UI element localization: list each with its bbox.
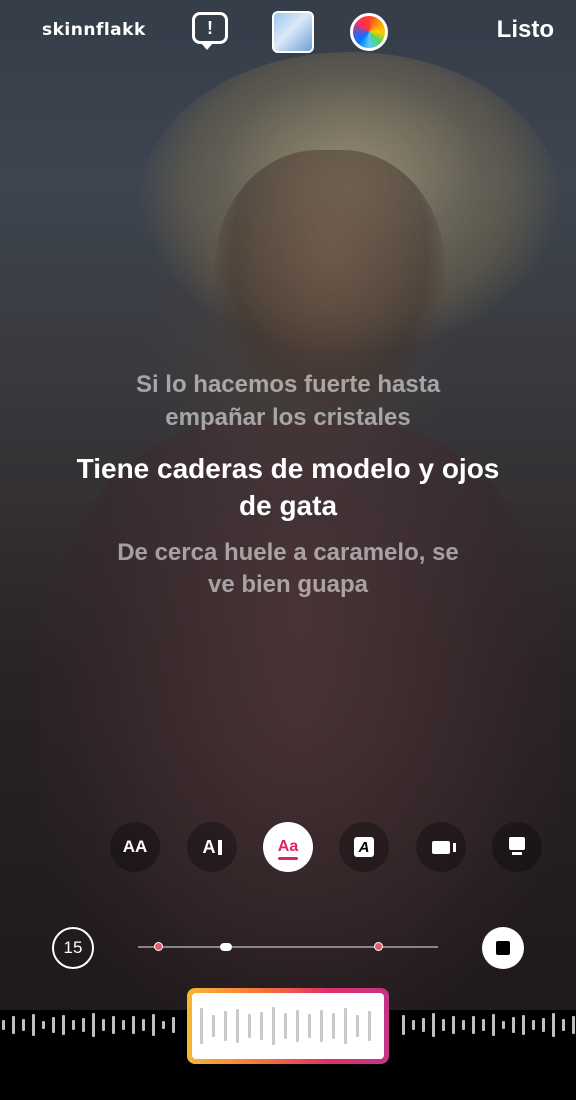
waveform-bar	[344, 1008, 347, 1044]
boxed-a-icon: A	[354, 837, 374, 857]
style-boxed-button[interactable]: A	[339, 822, 389, 872]
lyric-current: Tiene caderas de modelo y ojos de gata	[40, 450, 536, 524]
waveform-bar	[152, 1014, 155, 1036]
waveform-bar	[236, 1009, 239, 1043]
waveform-bar	[562, 1019, 565, 1031]
waveform-bar	[248, 1014, 251, 1038]
waveform-bar	[422, 1018, 425, 1032]
lyric-previous: Si lo hacemos fuerte hasta empañar los c…	[40, 368, 536, 434]
playback-scrubber[interactable]	[220, 943, 232, 951]
waveform-bar	[432, 1013, 435, 1037]
waveform-bar	[102, 1019, 105, 1031]
waveform-bar	[522, 1015, 525, 1035]
lyric-current-line: de gata	[238, 490, 338, 521]
waveform-bar	[92, 1013, 95, 1037]
clip-selector[interactable]	[187, 988, 389, 1064]
stop-button[interactable]	[482, 927, 524, 969]
waveform-bar	[412, 1020, 415, 1030]
waveform-bar	[512, 1017, 515, 1033]
waveform-bar	[122, 1020, 125, 1030]
track-marker	[374, 942, 383, 951]
style-text-cursor-button[interactable]: A	[187, 822, 237, 872]
waveform-bar	[212, 1015, 215, 1037]
style-card-button[interactable]	[492, 822, 542, 872]
waveform-bar	[542, 1018, 545, 1032]
waveform-bar	[2, 1020, 5, 1030]
waveform-bar	[402, 1015, 405, 1035]
waveform-bar	[368, 1011, 371, 1041]
waveform-bar	[332, 1013, 335, 1039]
report-icon[interactable]: !	[192, 12, 228, 50]
waveform-bar	[356, 1015, 359, 1037]
waveform-bar	[320, 1010, 323, 1042]
waveform-bar	[200, 1008, 203, 1044]
waveform-bar	[284, 1013, 287, 1039]
style-lyrics-button[interactable]: Aa	[263, 822, 313, 872]
waveform-bar	[72, 1020, 75, 1030]
style-video-button[interactable]	[416, 822, 466, 872]
waveform-bar	[532, 1020, 535, 1030]
card-icon	[509, 837, 525, 857]
waveform-bar	[12, 1016, 15, 1034]
waveform-bar	[472, 1016, 475, 1034]
waveform-bar	[22, 1019, 25, 1031]
video-frame-icon	[432, 840, 456, 854]
done-button[interactable]: Listo	[497, 16, 554, 44]
lyric-previous-line: Si lo hacemos fuerte hasta	[135, 371, 441, 398]
lyric-next: De cerca huele a caramelo, se ve bien gu…	[40, 537, 536, 601]
lyric-current-line: Tiene caderas de modelo y ojos	[76, 453, 500, 484]
waveform-bar	[492, 1014, 495, 1036]
playback-track[interactable]	[138, 942, 438, 951]
waveform-bar	[172, 1017, 175, 1033]
album-cover-thumbnail[interactable]	[272, 11, 314, 53]
waveform-bar	[52, 1017, 55, 1033]
waveform-bar	[272, 1007, 275, 1045]
waveform-bar	[82, 1018, 85, 1032]
duration-button[interactable]: 15	[52, 927, 94, 969]
waveform-bar	[308, 1014, 311, 1038]
waveform-bar	[502, 1021, 505, 1029]
artist-username[interactable]: skinnflakk	[42, 20, 146, 40]
color-wheel-icon[interactable]	[350, 13, 388, 51]
waveform-bar	[62, 1015, 65, 1035]
lyric-next-line: ve bien guapa	[207, 571, 369, 598]
waveform-bar	[260, 1012, 263, 1040]
waveform-bar	[452, 1016, 455, 1034]
style-text-size-button[interactable]: AA	[110, 822, 160, 872]
waveform-bar	[552, 1013, 555, 1037]
story-background: skinnflakk ! Listo Si lo hacemos fuerte …	[0, 0, 576, 1010]
stop-icon	[496, 941, 510, 955]
waveform-bar	[132, 1016, 135, 1034]
waveform-bar	[32, 1014, 35, 1036]
lyric-previous-line: empañar los cristales	[165, 404, 411, 431]
waveform-bar	[162, 1021, 165, 1029]
text-cursor-icon: A	[203, 837, 222, 858]
waveform-bar	[42, 1021, 45, 1029]
lyric-next-line: De cerca huele a caramelo, se	[117, 539, 459, 566]
clip-selector-window	[192, 993, 384, 1059]
lyrics-style-icon: Aa	[277, 838, 299, 860]
text-size-icon: AA	[122, 837, 148, 856]
lyric-style-picker: AA A Aa A	[0, 822, 576, 872]
waveform-bar	[462, 1020, 465, 1030]
top-bar: skinnflakk ! Listo	[0, 0, 576, 64]
waveform-bar	[296, 1010, 299, 1042]
track-marker	[154, 942, 163, 951]
waveform-bar	[482, 1019, 485, 1031]
waveform-bar	[112, 1016, 115, 1034]
waveform-bar	[442, 1019, 445, 1031]
waveform-bar	[142, 1019, 145, 1031]
waveform-bar	[224, 1011, 227, 1041]
waveform-bar	[572, 1016, 575, 1034]
